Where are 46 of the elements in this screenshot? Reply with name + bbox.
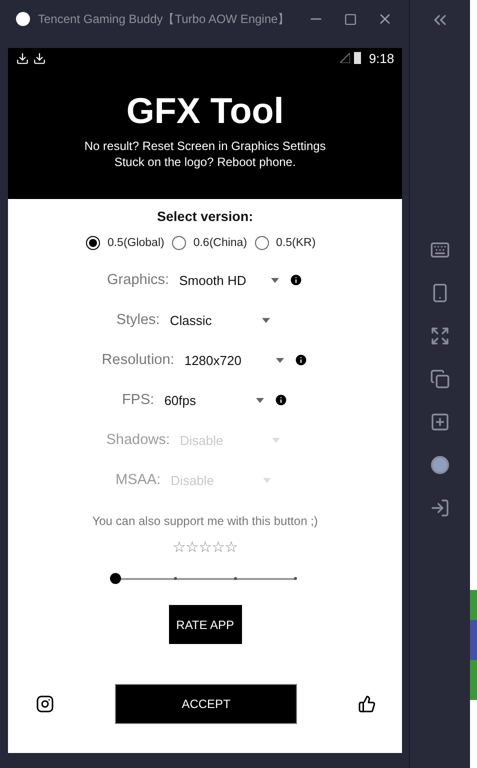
caret-icon xyxy=(272,438,280,442)
download-icon xyxy=(16,52,29,64)
setting-dropdown[interactable]: Smooth HD xyxy=(179,272,280,288)
radio-button[interactable] xyxy=(172,236,186,250)
setting-dropdown[interactable]: 1280x720 xyxy=(184,352,284,368)
window-title: Tencent Gaming Buddy【Turbo AOW Engine】 xyxy=(38,10,291,28)
setting-label: Resolution: xyxy=(102,352,174,368)
caret-icon xyxy=(271,278,280,282)
radio-label: 0.5(Global) xyxy=(107,237,164,249)
radio-button[interactable] xyxy=(86,236,100,250)
app-logo-icon xyxy=(16,12,30,26)
star-rating[interactable]: ☆☆☆☆☆ xyxy=(172,538,238,556)
setting-label: Styles: xyxy=(116,312,160,328)
keyboard-icon[interactable] xyxy=(430,240,450,260)
support-text: You can also support me with this button ;) xyxy=(92,514,318,528)
caret-icon xyxy=(276,358,284,362)
fullscreen-icon[interactable] xyxy=(430,326,450,346)
instagram-icon[interactable] xyxy=(36,695,54,713)
setting-label: FPS: xyxy=(122,392,154,408)
setting-label: MSAA: xyxy=(116,472,161,488)
radio-button[interactable] xyxy=(255,236,270,250)
header-hint: Stuck on the logo? Reboot phone. xyxy=(114,154,296,170)
radio-label: 0.5(KR) xyxy=(276,237,316,249)
setting-label: Shadows: xyxy=(106,432,170,448)
status-time: 9:18 xyxy=(368,50,394,66)
caret-icon xyxy=(256,398,264,402)
caret-icon xyxy=(262,478,271,482)
caret-icon xyxy=(262,318,270,322)
rate-app-button[interactable]: RATE APP xyxy=(168,605,242,644)
exit-icon[interactable] xyxy=(430,498,450,518)
battery-icon xyxy=(354,52,361,64)
setting-label: Graphics: xyxy=(107,272,170,288)
header-hint: No result? Reset Screen in Graphics Settings xyxy=(84,138,326,154)
maximize-icon[interactable] xyxy=(344,12,358,26)
radio-label: 0.6(China) xyxy=(193,237,248,249)
setting-dropdown[interactable]: 60fps xyxy=(164,392,264,408)
accept-button[interactable]: ACCEPT xyxy=(115,684,298,724)
signal-icon xyxy=(340,53,350,63)
record-icon[interactable] xyxy=(430,455,450,475)
add-screen-icon[interactable] xyxy=(430,412,450,432)
windows-icon[interactable] xyxy=(430,369,450,389)
version-label: Select version: xyxy=(157,209,254,224)
setting-dropdown[interactable]: Classic xyxy=(170,312,270,328)
thumbs-up-icon[interactable] xyxy=(358,695,376,713)
download-icon xyxy=(33,52,46,64)
app-title: GFX Tool xyxy=(126,90,284,132)
